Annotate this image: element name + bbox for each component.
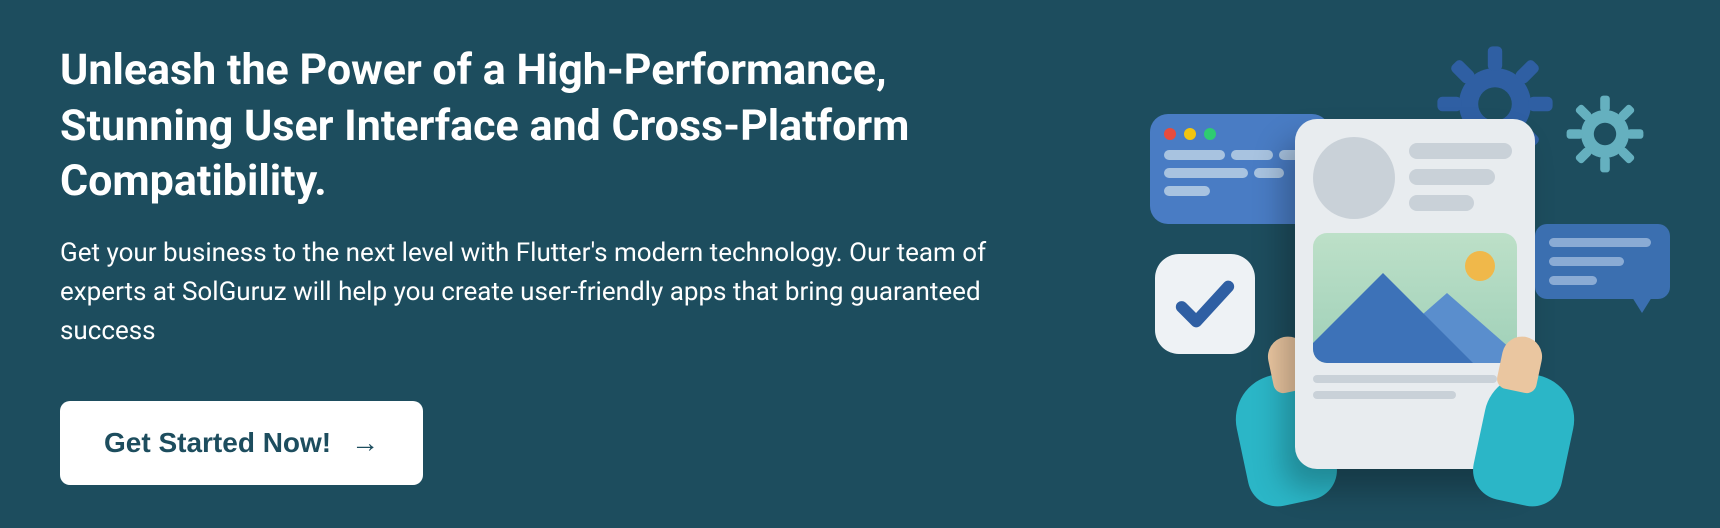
cta-label: Get Started Now!: [104, 427, 331, 459]
chat-bubble-icon: [1535, 224, 1670, 299]
arrow-right-icon: →: [351, 427, 379, 459]
image-placeholder-icon: [1313, 233, 1517, 363]
gear-icon: [1565, 94, 1645, 174]
hero-subheading: Get your business to the next level with…: [60, 234, 1010, 351]
get-started-button[interactable]: Get Started Now! →: [60, 401, 423, 485]
hero-content: Unleash the Power of a High-Performance,…: [60, 43, 1010, 486]
traffic-light-dots: [1164, 128, 1316, 140]
hero-heading: Unleash the Power of a High-Performance,…: [60, 43, 1010, 211]
avatar-placeholder-icon: [1313, 137, 1395, 219]
hero-illustration: [1140, 24, 1680, 504]
checkmark-icon: [1155, 254, 1255, 354]
